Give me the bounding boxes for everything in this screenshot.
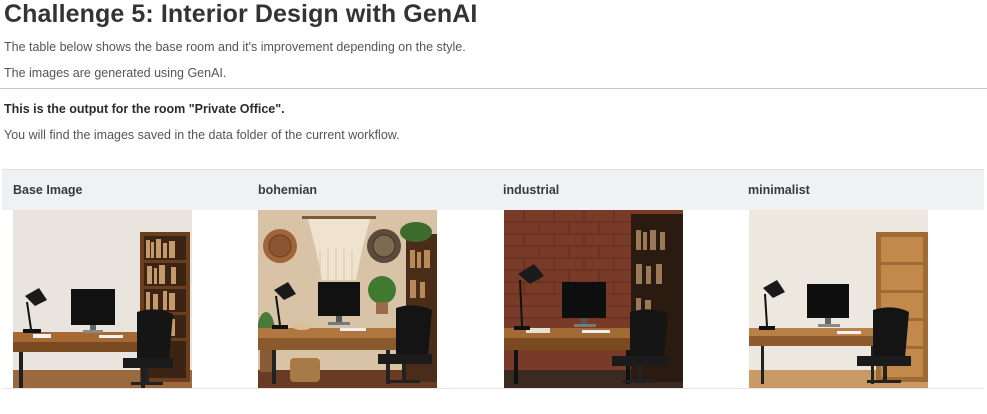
divider [0, 88, 987, 89]
bohemian-room-image [258, 210, 437, 388]
table-bottom-border [2, 388, 984, 389]
column-header-bohemian: bohemian [258, 183, 318, 197]
column-header-minimalist: minimalist [748, 183, 810, 197]
base-room-image [13, 210, 192, 388]
column-header-industrial: industrial [503, 183, 560, 197]
output-note: You will find the images saved in the da… [4, 128, 400, 142]
table-header: Base Image bohemian industrial minimalis… [2, 169, 984, 210]
intro-text-2: The images are generated using GenAI. [4, 66, 227, 80]
results-table: Base Image bohemian industrial minimalis… [2, 169, 984, 409]
column-header-base-image: Base Image [13, 183, 83, 197]
minimalist-room-image [749, 210, 928, 388]
page-title: Challenge 5: Interior Design with GenAI [4, 0, 478, 28]
intro-text-1: The table below shows the base room and … [4, 40, 466, 54]
output-title: This is the output for the room "Private… [4, 102, 285, 116]
industrial-room-image [504, 210, 683, 388]
